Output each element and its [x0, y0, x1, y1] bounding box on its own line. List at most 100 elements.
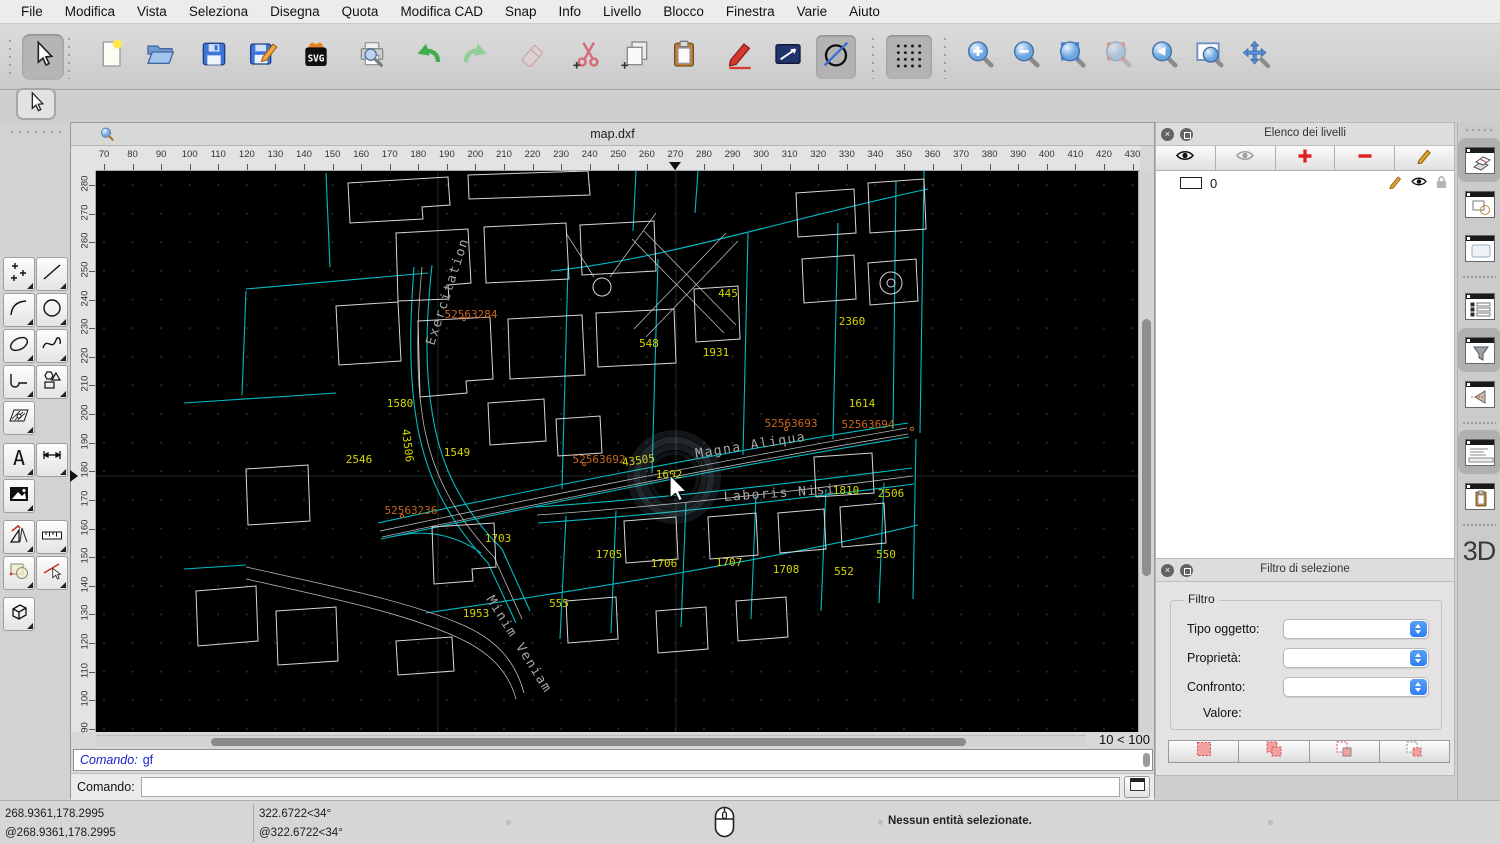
line-tool-button[interactable] [768, 35, 808, 79]
svg-export-button[interactable]: SVG [296, 35, 336, 79]
filter-select-add-button[interactable] [1238, 740, 1309, 763]
zoom-selection-button[interactable] [1098, 35, 1138, 79]
horizontal-scrollbar-thumb[interactable] [211, 738, 966, 746]
redo-button[interactable] [456, 35, 496, 79]
statusbar-divider [253, 804, 254, 842]
eye-icon [1175, 148, 1195, 168]
menu-item-finestra[interactable]: Finestra [715, 4, 786, 19]
grid-toggle-button[interactable] [886, 34, 932, 79]
tool-points-button[interactable] [3, 257, 35, 291]
menu-item-modifica[interactable]: Modifica [54, 4, 126, 19]
zoom-window-button[interactable] [1190, 35, 1230, 79]
tool-shape-button[interactable] [36, 365, 68, 399]
menu-item-livello[interactable]: Livello [592, 4, 652, 19]
undo-button[interactable] [408, 35, 448, 79]
lock-icon[interactable] [1428, 175, 1448, 192]
command-input[interactable] [140, 777, 1120, 797]
tool-polyline-button[interactable] [3, 365, 35, 399]
clipboard-panel-icon [1464, 482, 1495, 510]
remove-layer-button[interactable] [1335, 146, 1396, 170]
clipboard-panel-toggle[interactable] [1458, 474, 1500, 518]
menu-item-varie[interactable]: Varie [786, 4, 839, 19]
menu-item-info[interactable]: Info [548, 4, 593, 19]
command-window-toggle-button[interactable] [1124, 776, 1150, 798]
tool-trim-button[interactable] [36, 556, 68, 590]
object-type-select[interactable] [1283, 619, 1429, 639]
selection-arrow-small-button[interactable] [16, 88, 56, 120]
comparison-select[interactable] [1283, 677, 1429, 697]
tool-drafting-button[interactable] [3, 520, 35, 554]
tool-modify-button[interactable] [3, 556, 35, 590]
polar-coordinates: 322.6722<34° [259, 808, 332, 820]
tool-hatch-button[interactable] [3, 401, 35, 435]
edit-layer-button[interactable] [1395, 146, 1454, 170]
drawing-canvas[interactable]: 52563284 445 2360 548 1931 1614 1580 52563693 52… [96, 171, 1140, 732]
tool-measure-button[interactable] [36, 520, 68, 554]
paste-button[interactable] [664, 35, 704, 79]
menu-item-aiuto[interactable]: Aiuto [838, 4, 891, 19]
layer-list-panel-toggle[interactable] [1458, 138, 1500, 182]
save-as-button[interactable] [242, 35, 282, 79]
tool-spline-button[interactable] [36, 329, 68, 363]
vertical-scrollbar[interactable] [1138, 171, 1154, 732]
tool-text-button[interactable]: A [3, 443, 35, 477]
command-line-panel-toggle[interactable] [1458, 430, 1500, 474]
ruler-tick [589, 164, 591, 170]
pan-button[interactable] [1236, 35, 1276, 79]
add-layer-button[interactable] [1275, 146, 1336, 170]
menu-item-vista[interactable]: Vista [126, 4, 178, 19]
history-scrollbar-thumb[interactable] [1143, 753, 1150, 767]
save-button[interactable] [194, 35, 234, 79]
zoom-out-button[interactable] [1006, 35, 1046, 79]
tool-arc-button[interactable] [3, 293, 35, 327]
block-list-panel-toggle[interactable] [1458, 182, 1500, 226]
property-editor-panel-toggle[interactable] [1458, 284, 1500, 328]
menu-item-seleziona[interactable]: Seleziona [178, 4, 259, 19]
render-view-panel-toggle[interactable] [1458, 372, 1500, 416]
pencil-icon[interactable] [1381, 174, 1403, 192]
filter-select-intersect-button[interactable] [1308, 740, 1379, 763]
tool-dimension-button[interactable] [36, 443, 68, 477]
ruler-number: 340 [867, 149, 884, 160]
document-titlebar[interactable]: map.dxf [71, 123, 1154, 146]
print-preview-button[interactable] [352, 35, 392, 79]
hide-all-layers-button[interactable] [1215, 146, 1276, 170]
layer-row[interactable]: 0 [1156, 171, 1454, 195]
tool-ellipse-button[interactable] [3, 329, 35, 363]
selection-tool-button[interactable] [22, 33, 64, 80]
tool-circle-button[interactable] [36, 293, 68, 327]
filter-select-remove-button[interactable] [1378, 740, 1450, 763]
zoom-in-button[interactable] [960, 35, 1000, 79]
open-file-button[interactable] [140, 35, 180, 79]
3d-strip-label[interactable]: 3D [1458, 536, 1500, 567]
filter-select-replace-button[interactable] [1168, 740, 1239, 763]
menu-item-snap[interactable]: Snap [494, 4, 548, 19]
ruler-number: 280 [696, 149, 712, 160]
property-select[interactable] [1283, 648, 1429, 668]
zoom-previous-button[interactable] [1144, 35, 1184, 79]
ruler-tick [161, 164, 163, 170]
show-all-layers-button[interactable] [1156, 146, 1216, 170]
tool-line-button[interactable] [36, 257, 68, 291]
draw-pencil-button[interactable] [720, 35, 760, 79]
selection-filter-panel-toggle[interactable] [1458, 328, 1500, 372]
tool-box-3d-button[interactable] [3, 597, 35, 631]
menu-item-modifica-cad[interactable]: Modifica CAD [389, 4, 494, 19]
eraser-button[interactable] [512, 35, 552, 79]
copy-button[interactable] [616, 35, 656, 79]
ruler-number: 200 [467, 149, 484, 160]
library-browser-panel-toggle[interactable] [1458, 226, 1500, 270]
menu-item-blocco[interactable]: Blocco [652, 4, 715, 19]
cut-button[interactable] [568, 35, 608, 79]
tool-image-button[interactable] [3, 479, 35, 513]
menu-item-quota[interactable]: Quota [331, 4, 390, 19]
eye-icon[interactable] [1403, 175, 1428, 191]
menu-item-disegna[interactable]: Disegna [259, 4, 331, 19]
new-document-button[interactable] [92, 35, 132, 79]
stepper-icon [1410, 621, 1427, 637]
horizontal-scrollbar[interactable] [96, 735, 1086, 747]
zoom-auto-button[interactable] [1052, 35, 1092, 79]
vertical-scrollbar-thumb[interactable] [1142, 319, 1151, 576]
menu-item-file[interactable]: File [10, 4, 54, 19]
circle-tool-button[interactable] [816, 34, 856, 79]
